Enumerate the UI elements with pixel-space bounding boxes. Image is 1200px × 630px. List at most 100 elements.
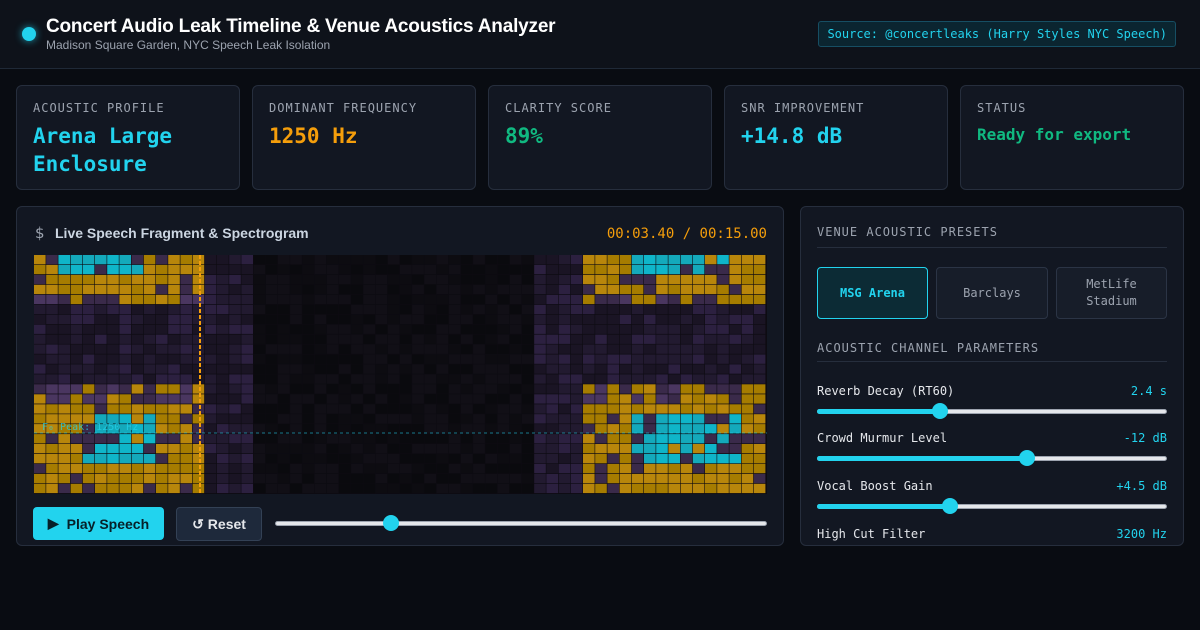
spectrogram-cell xyxy=(705,454,717,464)
spectrogram-cell xyxy=(583,354,595,364)
spectrogram-cell xyxy=(595,284,607,295)
spectrogram-cell xyxy=(534,304,546,315)
reverb-decay-slider[interactable] xyxy=(817,403,1167,419)
spectrogram-cell xyxy=(34,255,46,265)
spectrogram-cell xyxy=(741,294,754,305)
spectrogram-cell xyxy=(692,434,705,444)
spectrogram-cell xyxy=(400,374,412,384)
seek-thumb[interactable] xyxy=(383,515,399,531)
spectrogram-cell xyxy=(448,304,461,315)
spectrogram-cell xyxy=(583,384,595,394)
spectrogram-cell xyxy=(241,255,253,265)
spectrogram-cell xyxy=(583,294,595,305)
spectrogram-cell xyxy=(668,354,680,364)
reset-button[interactable]: ↺ Reset xyxy=(176,507,262,541)
spectrogram-cell xyxy=(753,284,766,295)
spectrogram-cell xyxy=(58,434,70,444)
spectrogram-cell xyxy=(143,314,156,324)
slider-thumb[interactable] xyxy=(1019,450,1035,466)
spectrogram-cell xyxy=(412,483,424,494)
source-badge[interactable]: Source: @concertleaks (Harry Styles NYC … xyxy=(818,21,1176,47)
spectrogram-cell xyxy=(217,444,229,454)
spectrogram-cell xyxy=(326,255,339,265)
spectrogram-cell xyxy=(753,255,766,265)
spectrogram-cell xyxy=(290,454,302,464)
spectrogram-cell xyxy=(192,364,205,374)
spectrogram-cell xyxy=(168,324,180,334)
spectrogram-cell xyxy=(46,404,58,414)
spectrogram-cell xyxy=(741,414,754,424)
crowd-murmur-slider[interactable] xyxy=(817,450,1167,466)
spectrogram-cell xyxy=(326,324,339,334)
spectrogram-cell xyxy=(180,304,192,315)
spectrogram-cell xyxy=(485,404,497,414)
spectrogram-cell xyxy=(241,324,253,334)
spectrogram-cell xyxy=(387,344,400,354)
spectrogram-cell xyxy=(436,454,449,464)
spectrogram-cell xyxy=(619,334,632,344)
spectrogram-cell xyxy=(461,354,473,364)
spectrogram-cell xyxy=(607,354,619,364)
spectrogram-cell xyxy=(558,294,571,305)
spectrogram-cell xyxy=(143,384,156,394)
spectrogram-cell xyxy=(265,344,278,354)
spectrogram-cell xyxy=(680,454,693,464)
spectrogram-cell xyxy=(70,324,83,334)
spectrogram-cell xyxy=(375,304,388,315)
spectrogram-cell xyxy=(448,414,461,424)
spectrogram-cell xyxy=(70,274,83,285)
spectrogram-cell xyxy=(375,454,388,464)
spectrogram-cell xyxy=(143,434,156,444)
spectrogram-cell xyxy=(241,284,253,295)
spectrogram-cell xyxy=(546,304,558,315)
spectrogram-cell xyxy=(375,483,388,494)
spectrogram-cell xyxy=(192,264,205,275)
spectrogram-cell xyxy=(631,374,644,384)
spectrogram-cell xyxy=(595,304,607,315)
play-speech-button[interactable]: ▶ Play Speech xyxy=(33,507,164,540)
spectrogram-cell xyxy=(156,384,168,394)
spectrogram-cell xyxy=(717,404,729,414)
spectrogram-cell xyxy=(265,424,278,434)
spectrogram-cell xyxy=(741,334,754,344)
spectrogram-cell xyxy=(168,255,180,265)
preset-barclays[interactable]: Barclays xyxy=(936,267,1048,319)
spectrogram-cell xyxy=(204,444,217,454)
spectrogram-cell xyxy=(692,483,705,494)
spectrogram-cell xyxy=(400,414,412,424)
spectrogram-cell xyxy=(180,463,192,474)
spectrogram-cell xyxy=(436,374,449,384)
spectrogram-cell xyxy=(424,463,436,474)
seek-slider[interactable] xyxy=(275,515,767,531)
slider-thumb[interactable] xyxy=(942,498,958,514)
stat-value: 89% xyxy=(505,124,543,148)
spectrogram-cell xyxy=(546,463,558,474)
spectrogram-cell xyxy=(241,463,253,474)
spectrogram-cell xyxy=(534,354,546,364)
vocal-boost-slider[interactable] xyxy=(817,498,1167,514)
spectrogram-cell xyxy=(448,454,461,464)
spectrogram-cell xyxy=(265,354,278,364)
spectrogram-cell xyxy=(290,404,302,414)
spectrogram-cell xyxy=(168,444,180,454)
spectrogram-cell xyxy=(705,404,717,414)
spectrogram-cell xyxy=(570,483,583,494)
spectrogram-cell xyxy=(717,434,729,444)
spectrogram-cell xyxy=(229,324,241,334)
spectrogram-cell xyxy=(741,444,754,454)
spectrogram-cell xyxy=(656,424,668,434)
spectrogram-cell xyxy=(534,434,546,444)
spectrogram-cell xyxy=(253,304,266,315)
spectrogram-cell xyxy=(241,364,253,374)
spectrogram-cell xyxy=(595,344,607,354)
slider-thumb[interactable] xyxy=(931,403,948,419)
spectrogram-cell xyxy=(680,424,693,434)
preset-msg-arena[interactable]: MSG Arena xyxy=(817,267,928,319)
divider xyxy=(817,361,1167,362)
spectrogram-cell xyxy=(607,394,619,404)
spectrogram-cell xyxy=(204,463,217,474)
spectrogram-cell xyxy=(363,354,375,364)
spectrogram-cell xyxy=(241,354,253,364)
preset-metlife-stadium[interactable]: MetLife Stadium xyxy=(1056,267,1167,319)
spectrogram-canvas[interactable]: F₀ Peak: 1250 Hz xyxy=(34,255,767,494)
